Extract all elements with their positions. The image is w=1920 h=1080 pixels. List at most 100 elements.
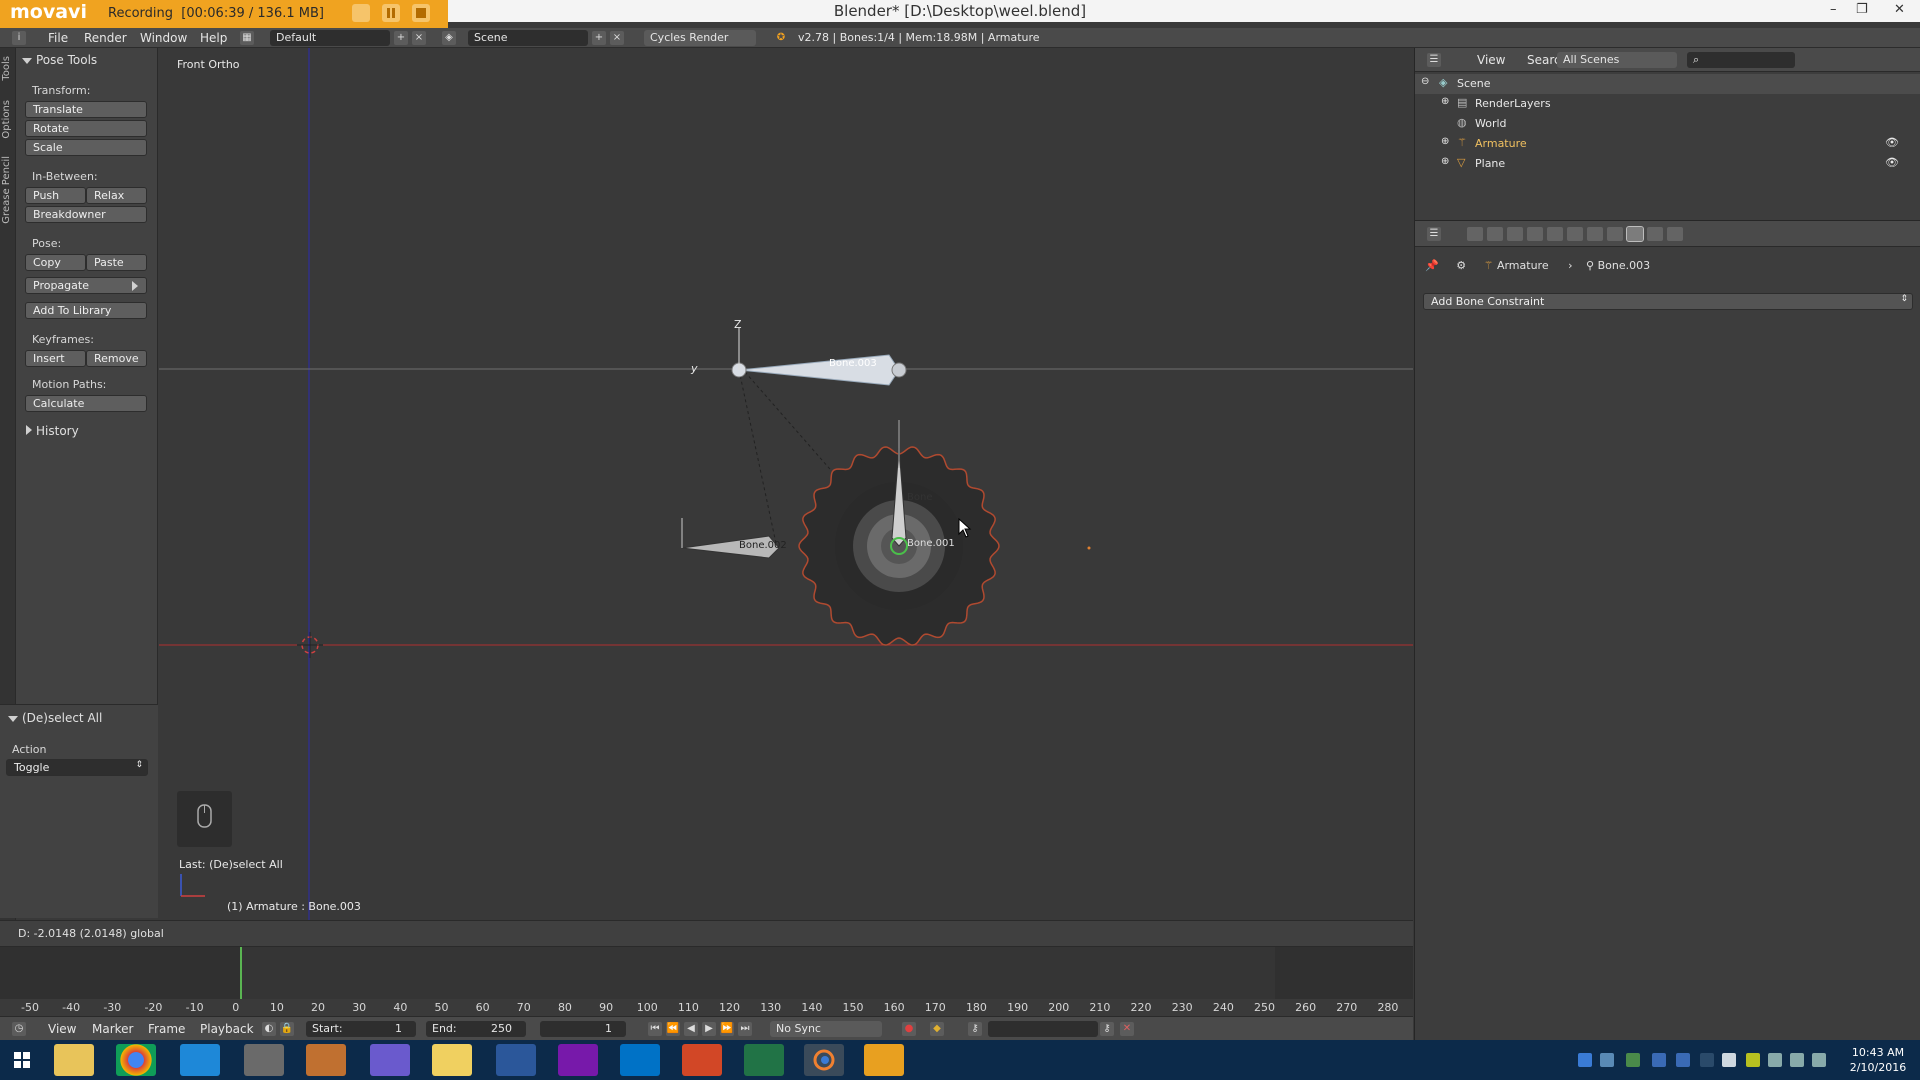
prev-keyframe-icon[interactable]: ⏪ <box>666 1022 680 1036</box>
timeline-menu-marker[interactable]: Marker <box>92 1022 133 1036</box>
stop-icon[interactable] <box>412 4 430 22</box>
next-keyframe-icon[interactable]: ⏩ <box>720 1022 734 1036</box>
propagate-button[interactable]: Propagate <box>25 277 147 294</box>
sync-select[interactable]: No Sync <box>770 1021 882 1037</box>
render-engine-select[interactable]: Cycles Render <box>644 30 756 46</box>
tray-icon[interactable] <box>1746 1053 1760 1067</box>
timeline-editor[interactable]: -50 -40 -30 -20 -10 0 10 20 30 40 50 60 70 80 90 100 110… <box>0 946 1413 1017</box>
powerpoint-icon[interactable] <box>682 1044 722 1076</box>
volume-icon[interactable] <box>1812 1053 1826 1067</box>
keying-icon[interactable]: ⚷ <box>968 1022 982 1036</box>
copy-pose-button[interactable]: Copy <box>25 254 86 271</box>
preview-range-icon[interactable]: ◐ <box>262 1022 276 1036</box>
editor-type-icon[interactable]: ☰ <box>1427 53 1441 67</box>
rotate-button[interactable]: Rotate <box>25 120 147 137</box>
visibility-eye-icon[interactable]: 👁 <box>1885 156 1899 169</box>
word-icon[interactable] <box>496 1044 536 1076</box>
bone-003[interactable] <box>731 328 907 386</box>
outliner-search-input[interactable]: ⌕ <box>1687 52 1795 68</box>
menu-file[interactable]: File <box>48 31 68 45</box>
visibility-eye-icon[interactable]: 👁 <box>1885 136 1899 149</box>
close-button[interactable]: ✕ <box>1894 2 1905 17</box>
chrome-icon[interactable] <box>116 1044 156 1076</box>
history-header[interactable]: History <box>26 424 79 438</box>
restore-button[interactable]: ❐ <box>1856 2 1868 17</box>
physics-tab-icon[interactable] <box>1667 227 1683 241</box>
menu-help[interactable]: Help <box>200 31 227 45</box>
calculate-button[interactable]: Calculate <box>25 395 147 412</box>
pin-icon[interactable]: 📌 <box>1425 259 1439 272</box>
action-select[interactable]: Toggle ⇕ <box>6 759 148 776</box>
remove-layout-icon[interactable]: × <box>412 31 426 45</box>
menu-render[interactable]: Render <box>84 31 127 45</box>
add-layout-icon[interactable]: + <box>394 31 408 45</box>
clock[interactable]: 10:43 AM 2/10/2016 <box>1840 1045 1916 1075</box>
flag-icon[interactable] <box>1768 1053 1782 1067</box>
scene-tab-icon[interactable] <box>1507 227 1523 241</box>
app-icon[interactable] <box>306 1044 346 1076</box>
blender-taskbar-icon[interactable] <box>804 1044 844 1076</box>
tray-icon[interactable] <box>1578 1053 1592 1067</box>
record-icon[interactable]: ● <box>902 1022 916 1036</box>
constraints-tab-icon[interactable] <box>1567 227 1583 241</box>
expand-icon[interactable]: ⊕ <box>1441 96 1449 107</box>
pose-tools-header[interactable]: Pose Tools <box>22 53 97 67</box>
tray-icon[interactable] <box>1700 1053 1714 1067</box>
3d-cursor[interactable] <box>297 632 323 658</box>
timeline-track[interactable] <box>0 947 1413 1017</box>
editor-type-icon[interactable]: ☰ <box>1427 227 1441 241</box>
jump-end-icon[interactable]: ⏭ <box>738 1022 752 1036</box>
keying-set-icon[interactable]: ◆ <box>930 1022 944 1036</box>
pause-icon[interactable] <box>382 4 400 22</box>
layout-field[interactable]: Default <box>270 30 390 46</box>
start-frame-field[interactable]: Start: 1 <box>306 1021 416 1037</box>
delete-key-icon[interactable]: ✕ <box>1120 1022 1134 1036</box>
expand-icon[interactable]: ⊕ <box>1441 156 1449 167</box>
texture-tab-icon[interactable] <box>1647 227 1663 241</box>
remove-keyframe-button[interactable]: Remove <box>86 350 147 367</box>
tray-icon[interactable] <box>1600 1053 1614 1067</box>
internet-explorer-icon[interactable] <box>180 1044 220 1076</box>
render-layers-tab-icon[interactable] <box>1487 227 1503 241</box>
camera-icon[interactable] <box>352 4 370 22</box>
render-tab-icon[interactable] <box>1467 227 1483 241</box>
onedrive-icon[interactable] <box>1722 1053 1736 1067</box>
operator-panel-header[interactable]: (De)select All <box>8 711 102 725</box>
layout-icon[interactable]: ▦ <box>240 31 254 45</box>
minimize-button[interactable]: – <box>1830 2 1837 17</box>
data-tab-icon[interactable] <box>1587 227 1603 241</box>
play-reverse-icon[interactable]: ◀ <box>684 1022 698 1036</box>
outliner-item-world[interactable]: ◍ World <box>1415 114 1920 134</box>
timeline-ruler[interactable] <box>0 999 1413 1017</box>
folder-icon[interactable] <box>432 1044 472 1076</box>
relax-button[interactable]: Relax <box>86 187 147 204</box>
tab-tools[interactable]: Tools <box>1 56 12 81</box>
tray-icon[interactable] <box>1626 1053 1640 1067</box>
insert-key-icon[interactable]: ⚷ <box>1100 1022 1114 1036</box>
expand-icon[interactable]: ⊕ <box>1441 136 1449 147</box>
tab-grease-pencil[interactable]: Grease Pencil <box>1 156 12 224</box>
info-editor-icon[interactable]: i <box>12 31 26 45</box>
outlook-icon[interactable] <box>620 1044 660 1076</box>
movavi-taskbar-icon[interactable] <box>864 1044 904 1076</box>
scene-field[interactable]: Scene <box>468 30 588 46</box>
object-tab-icon[interactable] <box>1547 227 1563 241</box>
bone-constraint-tab-icon[interactable] <box>1626 226 1644 242</box>
gimp-icon[interactable] <box>244 1044 284 1076</box>
add-scene-icon[interactable]: + <box>592 31 606 45</box>
current-frame-field[interactable]: 1 <box>540 1021 626 1037</box>
keying-set-field[interactable] <box>988 1021 1098 1037</box>
collapse-icon[interactable]: ⊖ <box>1421 76 1429 87</box>
timeline-menu-playback[interactable]: Playback <box>200 1022 254 1036</box>
bone-tab-icon[interactable] <box>1607 227 1623 241</box>
timeline-menu-view[interactable]: View <box>48 1022 76 1036</box>
file-explorer-icon[interactable] <box>54 1044 94 1076</box>
tab-options[interactable]: Options <box>1 100 12 139</box>
outliner-item-armature[interactable]: ⊕ ⚚ Armature 👁 <box>1415 134 1920 154</box>
display-mode-select[interactable]: All Scenes <box>1557 52 1677 68</box>
play-icon[interactable]: ▶ <box>702 1022 716 1036</box>
editor-type-icon[interactable]: ◷ <box>12 1022 26 1036</box>
calendar-icon[interactable] <box>370 1044 410 1076</box>
outliner-item-scene[interactable]: ⊖ ◈ Scene <box>1415 74 1920 94</box>
world-tab-icon[interactable] <box>1527 227 1543 241</box>
